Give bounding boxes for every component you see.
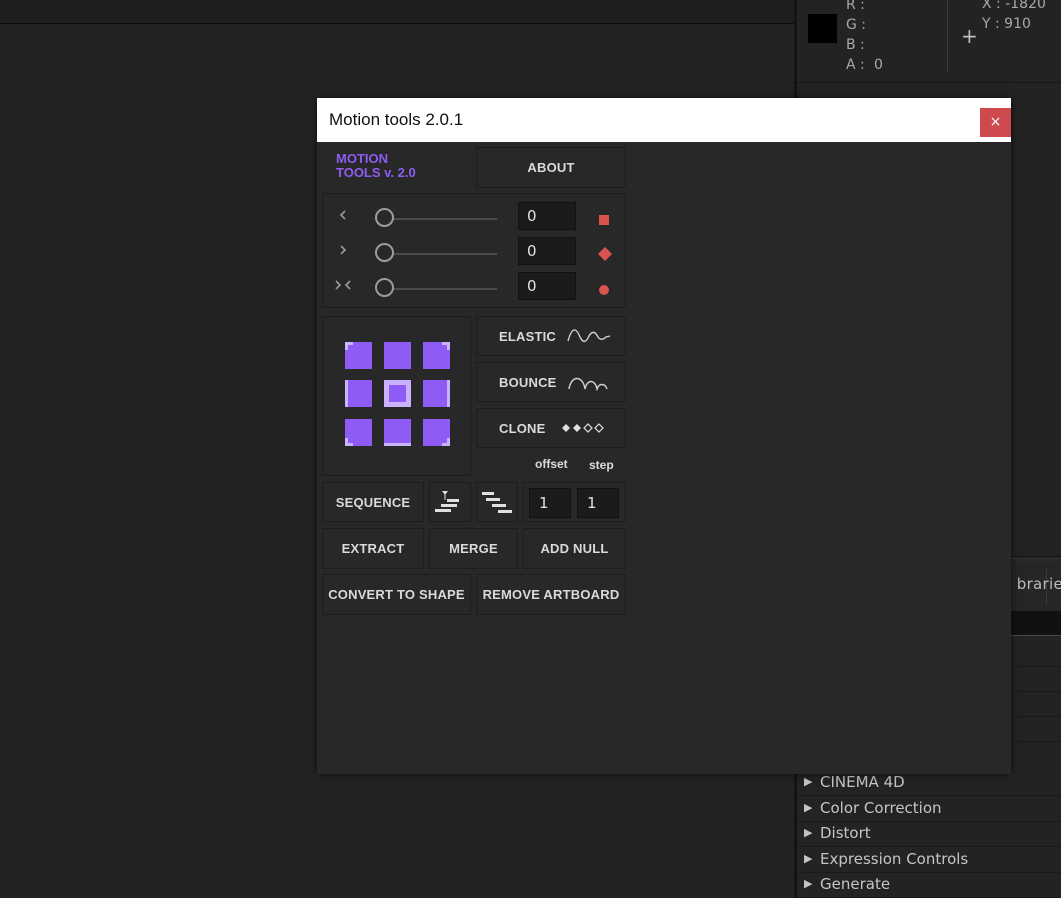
- about-button[interactable]: ABOUT: [476, 147, 626, 188]
- easing-sliders-panel: 0 0 0: [322, 193, 626, 308]
- expand-triangle-icon: ▶: [804, 801, 813, 814]
- anchor-middle-right-button[interactable]: [423, 380, 450, 407]
- info-g-label: G :: [846, 17, 867, 33]
- chevron-right-icon: [333, 244, 353, 260]
- anchor-bottom-left-button[interactable]: [345, 419, 372, 446]
- clone-label: CLONE: [499, 420, 546, 436]
- corner-mark: [345, 342, 348, 350]
- edge-mark: [345, 380, 348, 407]
- motion-tools-dialog: Motion tools 2.0.1 × MOTION TOOLS v. 2.0…: [317, 98, 1011, 774]
- info-a-label: A :: [846, 57, 865, 73]
- extract-button[interactable]: EXTRACT: [322, 528, 424, 569]
- anchor-middle-left-button[interactable]: [345, 380, 372, 407]
- top-panel-bar: [0, 0, 795, 24]
- effects-category-label: Expression Controls: [820, 850, 969, 868]
- effects-category-color-correction[interactable]: ▶ Color Correction: [797, 796, 1061, 822]
- offset-input[interactable]: 1: [529, 488, 571, 518]
- merge-button[interactable]: MERGE: [429, 528, 518, 569]
- color-swatch: [808, 14, 837, 43]
- center-mark: [389, 385, 406, 402]
- info-y-readout: Y : 910: [982, 16, 1031, 32]
- edge-mark: [384, 443, 411, 446]
- stagger-layers-icon: [435, 491, 459, 512]
- ease-out-value-input[interactable]: 0: [518, 237, 576, 265]
- elastic-button[interactable]: ELASTIC: [476, 316, 626, 356]
- corner-mark: [345, 438, 348, 446]
- convert-to-shape-button[interactable]: CONVERT TO SHAPE: [322, 574, 471, 615]
- chevron-left-icon: [333, 209, 353, 225]
- anchor-top-center-button[interactable]: [384, 342, 411, 369]
- offset-label: offset: [535, 457, 568, 471]
- slider-knob[interactable]: [375, 208, 394, 227]
- close-button[interactable]: ×: [980, 108, 1011, 137]
- diamond-keyframe-icon[interactable]: [598, 246, 612, 265]
- info-panel: R : G : B : A : 0 + X : -1820 Y : 910: [797, 0, 1061, 83]
- slider-knob[interactable]: [375, 278, 394, 297]
- info-r-label: R :: [846, 0, 865, 13]
- effects-category-label: Color Correction: [820, 799, 942, 817]
- sequence-button[interactable]: SEQUENCE: [322, 482, 424, 522]
- slider-track[interactable]: [383, 253, 497, 255]
- add-null-button[interactable]: ADD NULL: [523, 528, 626, 569]
- collapse-icon: [333, 279, 353, 295]
- clone-keyframes-icon: [561, 423, 604, 433]
- anchor-top-right-button[interactable]: [423, 342, 450, 369]
- info-b-label: B :: [846, 37, 865, 53]
- ease-out-slider-row: 0: [323, 237, 623, 269]
- motion-tools-logo: MOTION TOOLS v. 2.0: [336, 151, 416, 180]
- effects-category-label: CINEMA 4D: [820, 773, 905, 791]
- step-label: step: [589, 458, 614, 472]
- ease-both-slider-row: 0: [323, 272, 623, 304]
- anchor-center-button[interactable]: [384, 380, 411, 407]
- effects-category-label: Distort: [820, 824, 871, 842]
- anchor-bottom-right-button[interactable]: [423, 419, 450, 446]
- anchor-point-panel: [322, 316, 471, 476]
- crosshair-icon: +: [961, 24, 978, 48]
- ease-both-value-input[interactable]: 0: [518, 272, 576, 300]
- effects-category-label: Generate: [820, 875, 891, 893]
- corner-mark: [447, 438, 450, 446]
- tab-libraries[interactable]: brarie: [1017, 575, 1061, 593]
- bounce-button[interactable]: BOUNCE: [476, 362, 626, 402]
- dialog-titlebar[interactable]: Motion tools 2.0.1 ×: [317, 98, 1011, 142]
- elastic-label: ELASTIC: [499, 328, 557, 344]
- dialog-title: Motion tools 2.0.1: [329, 110, 464, 129]
- sequence-reverse-button[interactable]: [429, 482, 471, 522]
- sequence-forward-button[interactable]: [476, 482, 518, 522]
- edge-mark: [447, 380, 450, 407]
- slider-track[interactable]: [383, 218, 497, 220]
- slider-knob[interactable]: [375, 243, 394, 262]
- ease-in-value-input[interactable]: 0: [518, 202, 576, 230]
- info-x-readout: X : -1820: [982, 0, 1046, 12]
- stagger-layers-down-icon: [482, 492, 512, 513]
- expand-triangle-icon: ▶: [804, 852, 813, 865]
- bounce-arc-icon: [567, 377, 608, 391]
- slider-track[interactable]: [383, 288, 497, 290]
- corner-mark: [447, 342, 450, 350]
- info-a-value: 0: [874, 57, 883, 73]
- elastic-wave-icon: [567, 329, 611, 343]
- circle-keyframe-icon[interactable]: [598, 281, 610, 300]
- effects-category-generate[interactable]: ▶ Generate: [797, 872, 1061, 898]
- bounce-label: BOUNCE: [499, 374, 557, 390]
- expand-triangle-icon: ▶: [804, 775, 813, 788]
- expand-triangle-icon: ▶: [804, 826, 813, 839]
- effects-category-distort[interactable]: ▶ Distort: [797, 821, 1061, 847]
- remove-artboard-button[interactable]: REMOVE ARTBOARD: [476, 574, 626, 615]
- offset-step-panel: 1 1: [523, 482, 626, 522]
- effects-category-expression-controls[interactable]: ▶ Expression Controls: [797, 847, 1061, 873]
- square-keyframe-icon[interactable]: [598, 211, 610, 230]
- step-input[interactable]: 1: [577, 488, 619, 518]
- clone-button[interactable]: CLONE: [476, 408, 626, 448]
- expand-triangle-icon: ▶: [804, 877, 813, 890]
- ease-in-slider-row: 0: [323, 202, 623, 234]
- anchor-top-left-button[interactable]: [345, 342, 372, 369]
- anchor-bottom-center-button[interactable]: [384, 419, 411, 446]
- info-separator: [947, 0, 948, 72]
